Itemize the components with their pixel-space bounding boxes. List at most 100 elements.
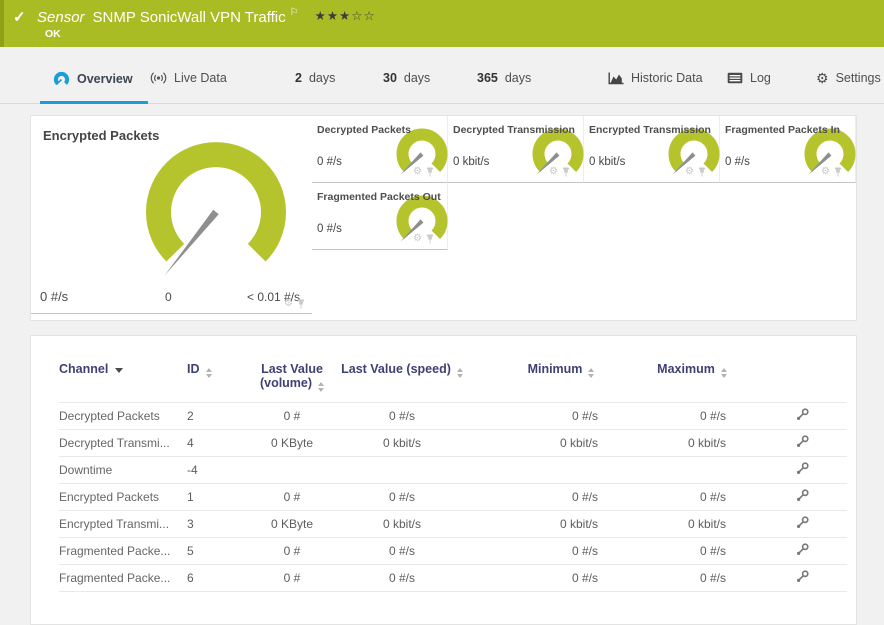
object-kind-label: Sensor [37,9,85,26]
gauge-cell-decrypted-packets[interactable]: Decrypted Packets 0 #/s ⚙ [312,116,448,183]
channel-id: 2 [187,402,247,430]
gauge-quick-actions[interactable]: ⚙ [821,167,842,177]
priority-stars[interactable]: ★★★☆☆ [315,9,376,23]
gauge-settings-icon[interactable]: ⚙ [413,234,422,244]
sort-icon [318,382,325,392]
minimum-value: 0 kbit/s [467,510,627,538]
channels-panel: Channel ID Last Value (volume) Last Valu… [30,335,857,625]
column-header-last-value-volume[interactable]: Last Value (volume) [247,356,337,403]
gauge-value: 0 #/s [725,156,750,168]
gauge-quick-actions[interactable]: ⚙ [413,167,434,177]
wrench-icon [796,489,809,501]
last-value-volume: 0 # [247,564,337,592]
column-header-channel[interactable]: Channel [59,356,187,403]
tab-settings[interactable]: ⚙ Settings [816,71,881,85]
gauge-title: Encrypted Transmission [589,124,711,136]
pin-icon[interactable] [562,167,570,177]
sensor-heading: Sensor SNMP SonicWall VPN Traffic ⚐ ★★★☆☆ [37,7,376,26]
table-header-row: Channel ID Last Value (volume) Last Valu… [59,356,847,403]
column-header-minimum[interactable]: Minimum [467,356,627,403]
channel-settings-button[interactable] [796,489,809,502]
tab-log[interactable]: Log [727,71,771,85]
gauge-value: 0 #/s [40,289,69,304]
table-row: Decrypted Packets 2 0 # 0 #/s 0 #/s 0 #/… [59,402,847,430]
wrench-icon [796,570,809,582]
gauge-cell-decrypted-transmission[interactable]: Decrypted Transmission 0 kbit/s ⚙ [448,116,584,183]
maximum-value: 0 #/s [627,537,757,565]
tab-historic-data[interactable]: Historic Data [608,71,703,85]
pin-icon[interactable] [297,299,305,309]
gauge-min-label: 0 [165,290,172,304]
table-row: Fragmented Packe... 6 0 # 0 #/s 0 #/s 0 … [59,564,847,592]
channel-name: Encrypted Transmi... [59,510,187,538]
maximum-value: 0 #/s [627,483,757,511]
gauge-settings-icon[interactable]: ⚙ [284,299,293,309]
tab-overview[interactable]: Overview [53,71,133,87]
tab-number: 30 [383,71,397,85]
gauge-cell-fragmented-packets-out[interactable]: Fragmented Packets Out 0 #/s ⚙ [312,183,448,250]
pin-icon[interactable] [698,167,706,177]
column-header-last-value-speed[interactable]: Last Value (speed) [337,356,467,403]
tab-365-days[interactable]: 365 days [477,71,531,85]
status-badge: OK [45,28,61,40]
tab-number: 2 [295,71,302,85]
gauge-cell-fragmented-packets-in[interactable]: Fragmented Packets In 0 #/s ⚙ [720,116,856,183]
gauge-cell-encrypted-packets[interactable]: Encrypted Packets 0 #/s 0 < 0.01 #/s ⚙ [31,116,312,314]
maximum-value: 0 #/s [627,402,757,430]
gauge-title: Fragmented Packets In [725,124,840,136]
gauge-settings-icon[interactable]: ⚙ [549,167,558,177]
minimum-value: 0 #/s [467,537,627,565]
tab-label: days [504,71,532,85]
table-row: Encrypted Transmi... 3 0 KByte 0 kbit/s … [59,510,847,538]
channel-settings-button[interactable] [796,408,809,421]
sort-icon [205,368,212,378]
wrench-icon [796,435,809,447]
gauge-value: 0 kbit/s [453,156,490,168]
channel-settings-button[interactable] [796,543,809,556]
gauge-settings-icon[interactable]: ⚙ [685,167,694,177]
table-row: Encrypted Packets 1 0 # 0 #/s 0 #/s 0 #/… [59,483,847,511]
gauge-value: 0 #/s [317,156,342,168]
ok-check-icon: ✓ [13,9,26,26]
last-value-speed: 0 kbit/s [337,429,467,457]
channel-name: Decrypted Transmi... [59,429,187,457]
maximum-value: 0 kbit/s [627,429,757,457]
channel-settings-button[interactable] [796,516,809,529]
gauge-quick-actions[interactable]: ⚙ [549,167,570,177]
tab-live-data[interactable]: Live Data [150,71,227,85]
channel-settings-button[interactable] [796,570,809,583]
pin-icon[interactable] [834,167,842,177]
table-row: Downtime -4 [59,456,847,484]
channel-name: Decrypted Packets [59,402,187,430]
gauge-quick-actions[interactable]: ⚙ [413,234,434,244]
area-chart-icon [608,72,624,84]
pin-icon[interactable] [426,234,434,244]
column-header-id[interactable]: ID [187,356,247,403]
gauge-cell-encrypted-transmission[interactable]: Encrypted Transmission 0 kbit/s ⚙ [584,116,720,183]
gauge-settings-icon[interactable]: ⚙ [413,167,422,177]
gauge-title: Decrypted Transmission [453,124,575,136]
minimum-value: 0 #/s [467,402,627,430]
column-header-maximum[interactable]: Maximum [627,356,757,403]
last-value-volume [247,456,337,484]
column-header-actions [757,356,847,403]
tab-label: Overview [77,72,133,86]
sensor-title-bar: ✓ Sensor SNMP SonicWall VPN Traffic ⚐ ★★★☆☆… [0,0,884,47]
minimum-value: 0 #/s [467,483,627,511]
gauge-settings-icon[interactable]: ⚙ [821,167,830,177]
last-value-volume: 0 # [247,402,337,430]
broadcast-icon [150,72,167,84]
channel-settings-button[interactable] [796,435,809,448]
channel-name: Fragmented Packe... [59,537,187,565]
tab-30-days[interactable]: 30 days [383,71,430,85]
tab-label: Log [750,71,771,85]
pin-icon[interactable] [426,167,434,177]
channel-id: 6 [187,564,247,592]
table-row: Fragmented Packe... 5 0 # 0 #/s 0 #/s 0 … [59,537,847,565]
channel-settings-button[interactable] [796,462,809,475]
last-value-speed: 0 #/s [337,402,467,430]
gauge-quick-actions[interactable]: ⚙ [284,299,305,309]
status-color-edge [0,0,4,47]
gauge-quick-actions[interactable]: ⚙ [685,167,706,177]
tab-2-days[interactable]: 2 days [295,71,335,85]
